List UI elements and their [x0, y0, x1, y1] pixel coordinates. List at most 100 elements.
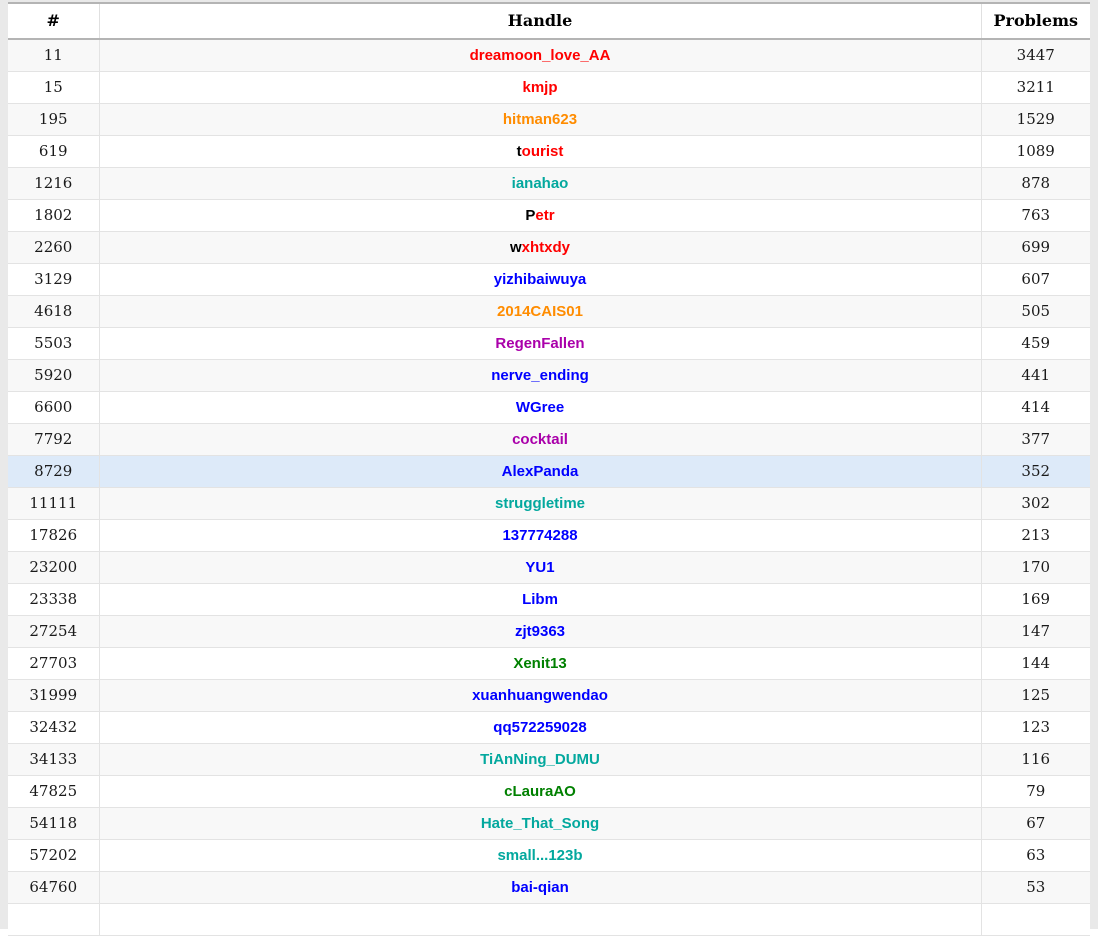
handle-link[interactable]: qq572259028 — [493, 719, 586, 736]
table-row[interactable]: 23338 Libm 169 — [8, 583, 1090, 616]
table-row[interactable]: 6600 WGree 414 — [8, 391, 1090, 424]
handle-link[interactable]: tourist — [517, 143, 564, 160]
cell-rank: 1802 — [8, 199, 100, 232]
cell-rank: 27703 — [8, 647, 100, 680]
column-header-handle: Handle — [99, 2, 982, 40]
handle-link[interactable]: 2014CAIS01 — [497, 303, 583, 320]
table-row[interactable]: 8729 AlexPanda 352 — [8, 455, 1090, 488]
cell-rank: 31999 — [8, 679, 100, 712]
cell-problems: 169 — [981, 583, 1090, 616]
table-row[interactable]: 11 dreamoon_love_AA 3447 — [8, 39, 1090, 72]
cell-handle: xuanhuangwendao — [99, 679, 982, 712]
handle-link[interactable]: nerve_ending — [491, 367, 589, 384]
cell-problems: 125 — [981, 679, 1090, 712]
handle-link[interactable]: TiAnNing_DUMU — [480, 751, 600, 768]
table-row[interactable]: 5503 RegenFallen 459 — [8, 327, 1090, 360]
cell-handle: bai-qian — [99, 871, 982, 904]
handle-link[interactable]: cLauraAO — [504, 783, 576, 800]
table-row[interactable]: 2260 wxhtxdy 699 — [8, 231, 1090, 264]
table-row[interactable]: 64760 bai-qian 53 — [8, 871, 1090, 904]
table-row[interactable]: 27703 Xenit13 144 — [8, 647, 1090, 680]
handle-link[interactable]: wxhtxdy — [510, 239, 570, 256]
table-row[interactable]: 15 kmjp 3211 — [8, 71, 1090, 104]
handle-link[interactable]: small...123b — [497, 847, 582, 864]
column-header-rank: # — [8, 2, 100, 40]
cell-problems — [981, 903, 1090, 936]
cell-rank: 17826 — [8, 519, 100, 552]
handle-link[interactable]: 137774288 — [502, 527, 577, 544]
table-row[interactable]: 1802 Petr 763 — [8, 199, 1090, 232]
cell-problems: 441 — [981, 359, 1090, 392]
handle-link[interactable]: Libm — [522, 591, 558, 608]
cell-problems: 377 — [981, 423, 1090, 456]
cell-problems: 3447 — [981, 39, 1090, 72]
handle-link[interactable]: AlexPanda — [502, 463, 579, 480]
handle-rest: xhtxdy — [521, 238, 571, 256]
cell-rank: 8729 — [8, 455, 100, 488]
cell-rank — [8, 903, 100, 936]
cell-handle: 2014CAIS01 — [99, 295, 982, 328]
handle-link[interactable]: yizhibaiwuya — [494, 271, 587, 288]
handle-link[interactable]: xuanhuangwendao — [472, 687, 608, 704]
cell-problems: 123 — [981, 711, 1090, 744]
table-row[interactable]: 1216 ianahao 878 — [8, 167, 1090, 200]
cell-handle: tourist — [99, 135, 982, 168]
table-row[interactable]: 23200 YU1 170 — [8, 551, 1090, 584]
cell-handle: RegenFallen — [99, 327, 982, 360]
cell-rank: 57202 — [8, 839, 100, 872]
handle-link[interactable]: Petr — [525, 207, 554, 224]
table-row[interactable]: 27254 zjt9363 147 — [8, 615, 1090, 648]
cell-handle: 137774288 — [99, 519, 982, 552]
cell-rank: 1216 — [8, 167, 100, 200]
page-background: # Handle Problems 11 dreamoon_love_AA 3447… — [0, 0, 1098, 936]
cell-handle: kmjp — [99, 71, 982, 104]
cell-problems: 699 — [981, 231, 1090, 264]
handle-link[interactable]: struggletime — [495, 495, 585, 512]
table-row[interactable]: 11111 struggletime 302 — [8, 487, 1090, 520]
table-row[interactable]: 34133 TiAnNing_DUMU 116 — [8, 743, 1090, 776]
table-row[interactable]: 5920 nerve_ending 441 — [8, 359, 1090, 392]
handle-link[interactable]: ianahao — [512, 175, 569, 192]
cell-rank: 5503 — [8, 327, 100, 360]
table-row[interactable]: 17826 137774288 213 — [8, 519, 1090, 552]
table-row[interactable]: 57202 small...123b 63 — [8, 839, 1090, 872]
handle-link[interactable]: WGree — [516, 399, 564, 416]
table-row[interactable]: 7792 cocktail 377 — [8, 423, 1090, 456]
cell-problems: 302 — [981, 487, 1090, 520]
table-row[interactable]: 3129 yizhibaiwuya 607 — [8, 263, 1090, 296]
handle-link[interactable]: kmjp — [522, 79, 557, 96]
cell-handle: Petr — [99, 199, 982, 232]
cell-handle: zjt9363 — [99, 615, 982, 648]
table-row[interactable]: 619 tourist 1089 — [8, 135, 1090, 168]
cell-rank: 11111 — [8, 487, 100, 520]
cell-handle: qq572259028 — [99, 711, 982, 744]
cell-problems: 3211 — [981, 71, 1090, 104]
cell-handle: Hate_That_Song — [99, 807, 982, 840]
handle-link[interactable]: RegenFallen — [495, 335, 584, 352]
handle-link[interactable]: Hate_That_Song — [481, 815, 599, 832]
handle-link[interactable]: bai-qian — [511, 879, 569, 896]
cell-handle: struggletime — [99, 487, 982, 520]
cell-problems: 67 — [981, 807, 1090, 840]
handle-link[interactable]: YU1 — [525, 559, 554, 576]
table-row[interactable]: 54118 Hate_That_Song 67 — [8, 807, 1090, 840]
cell-rank: 27254 — [8, 615, 100, 648]
cell-rank: 23200 — [8, 551, 100, 584]
handle-link[interactable]: dreamoon_love_AA — [470, 47, 611, 64]
table-row[interactable]: 195 hitman623 1529 — [8, 103, 1090, 136]
table-row[interactable]: 32432 qq572259028 123 — [8, 711, 1090, 744]
cell-handle: cocktail — [99, 423, 982, 456]
table-row[interactable]: 47825 cLauraAO 79 — [8, 775, 1090, 808]
table-row[interactable]: 4618 2014CAIS01 505 — [8, 295, 1090, 328]
cell-problems: 116 — [981, 743, 1090, 776]
table-header: # Handle Problems — [8, 2, 1090, 40]
handle-link[interactable]: zjt9363 — [515, 623, 565, 640]
table-row[interactable] — [8, 903, 1090, 936]
handle-link[interactable]: hitman623 — [503, 111, 577, 128]
table-row[interactable]: 31999 xuanhuangwendao 125 — [8, 679, 1090, 712]
cell-handle: yizhibaiwuya — [99, 263, 982, 296]
cell-problems: 607 — [981, 263, 1090, 296]
handle-link[interactable]: cocktail — [512, 431, 568, 448]
handle-link[interactable]: Xenit13 — [513, 655, 566, 672]
cell-handle: hitman623 — [99, 103, 982, 136]
